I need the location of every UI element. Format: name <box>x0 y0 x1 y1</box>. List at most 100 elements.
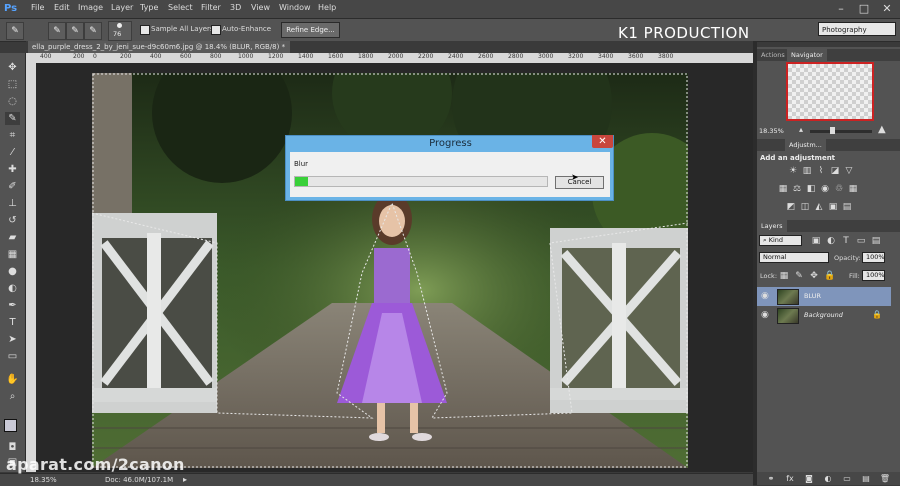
minimize-button[interactable]: – <box>830 1 852 16</box>
move-tool-icon[interactable]: ✥ <box>5 61 20 74</box>
status-menu-arrow-icon[interactable]: ▸ <box>183 475 187 484</box>
close-window-button[interactable]: ✕ <box>876 1 898 16</box>
levels-icon[interactable]: ▥ <box>802 166 812 176</box>
opacity-input[interactable]: 100% <box>862 252 885 263</box>
selective-color-icon[interactable]: ▣ <box>828 202 838 212</box>
brush-tool-icon[interactable]: ✐ <box>5 180 20 193</box>
filter-adjustment-icon[interactable]: ◐ <box>826 236 836 246</box>
lock-position-icon[interactable]: ✥ <box>809 271 819 281</box>
lasso-tool-icon[interactable]: ◌ <box>5 95 20 108</box>
refine-edge-button[interactable]: Refine Edge... <box>281 22 340 38</box>
hand-tool-icon[interactable]: ✋ <box>5 373 20 386</box>
blur-tool-icon[interactable]: ● <box>5 265 20 278</box>
menu-help[interactable]: Help <box>318 3 336 12</box>
lock-image-icon[interactable]: ✎ <box>794 271 804 281</box>
menu-select[interactable]: Select <box>168 3 193 12</box>
gradient-tool-icon[interactable]: ▦ <box>5 248 20 261</box>
zoom-in-icon[interactable]: ▲ <box>878 124 886 135</box>
new-layer-icon[interactable]: ▤ <box>860 473 872 484</box>
color-lookup-icon[interactable]: ▦ <box>848 184 858 194</box>
new-adjustment-icon[interactable]: ◐ <box>822 473 834 484</box>
shape-tool-icon[interactable]: ▭ <box>5 350 20 363</box>
brush-size-picker[interactable]: 76 <box>108 21 132 41</box>
menu-view[interactable]: View <box>251 3 270 12</box>
cancel-button[interactable]: Cancel <box>555 176 604 189</box>
tab-adjustments[interactable]: Adjustm... <box>785 139 826 151</box>
color-balance-icon[interactable]: ⚖ <box>792 184 802 194</box>
channel-mixer-icon[interactable]: ♲ <box>834 184 844 194</box>
delete-layer-icon[interactable]: 🗑 <box>879 473 891 484</box>
zoom-tool-icon[interactable]: ⌕ <box>5 390 20 403</box>
crop-tool-icon[interactable]: ⌗ <box>5 129 20 142</box>
menu-type[interactable]: Type <box>140 3 158 12</box>
layer-mask-icon[interactable]: ◙ <box>803 473 815 484</box>
menu-window[interactable]: Window <box>279 3 311 12</box>
vibrance-icon[interactable]: ▽ <box>844 166 854 176</box>
status-zoom[interactable]: 18.35% <box>30 476 57 484</box>
layer-row-background[interactable]: ◉ Background 🔒 <box>757 306 891 325</box>
photo-filter-icon[interactable]: ◉ <box>820 184 830 194</box>
menu-layer[interactable]: Layer <box>111 3 133 12</box>
clone-stamp-tool-icon[interactable]: ⊥ <box>5 197 20 210</box>
dialog-close-button[interactable]: ✕ <box>592 135 613 148</box>
menu-file[interactable]: File <box>31 3 44 12</box>
path-selection-tool-icon[interactable]: ➤ <box>5 333 20 346</box>
pen-tool-icon[interactable]: ✒ <box>5 299 20 312</box>
eyedropper-tool-icon[interactable]: ⁄ <box>5 146 20 159</box>
type-tool-icon[interactable]: T <box>5 316 20 329</box>
fill-input[interactable]: 100% <box>862 270 885 281</box>
exposure-icon[interactable]: ◪ <box>830 166 840 176</box>
new-selection-icon[interactable]: ✎ <box>48 22 66 40</box>
maximize-button[interactable]: □ <box>853 1 875 16</box>
eraser-tool-icon[interactable]: ▰ <box>5 231 20 244</box>
auto-enhance-checkbox[interactable] <box>211 25 221 35</box>
history-brush-tool-icon[interactable]: ↺ <box>5 214 20 227</box>
quick-mask-icon[interactable]: ◘ <box>5 441 20 454</box>
navigator-zoom[interactable]: 18.35% <box>759 127 784 135</box>
threshold-icon[interactable]: ◭ <box>814 202 824 212</box>
tab-navigator[interactable]: Navigator <box>787 49 827 61</box>
filter-shape-icon[interactable]: ▭ <box>856 236 866 246</box>
invert-icon[interactable]: ◩ <box>786 202 796 212</box>
lock-all-icon[interactable]: 🔒 <box>824 271 835 281</box>
foreground-color-swatch[interactable] <box>4 419 17 432</box>
add-to-selection-icon[interactable]: ✎ <box>66 22 84 40</box>
healing-brush-tool-icon[interactable]: ✚ <box>5 163 20 176</box>
tab-layers[interactable]: Layers <box>757 220 787 232</box>
sample-all-layers-checkbox[interactable] <box>140 25 150 35</box>
layer-kind-filter[interactable]: ⌕ Kind <box>759 235 802 246</box>
visibility-eye-icon[interactable]: ◉ <box>761 310 771 320</box>
link-layers-icon[interactable]: ⚭ <box>765 473 777 484</box>
hue-saturation-icon[interactable]: ▦ <box>778 184 788 194</box>
dodge-tool-icon[interactable]: ◐ <box>5 282 20 295</box>
subtract-from-selection-icon[interactable]: ✎ <box>84 22 102 40</box>
navigator-thumbnail[interactable] <box>786 62 874 121</box>
quick-selection-preset-icon[interactable]: ✎ <box>6 22 24 40</box>
blend-mode-select[interactable]: Normal <box>759 252 829 263</box>
lock-transparent-icon[interactable]: ▦ <box>779 271 789 281</box>
brightness-icon[interactable]: ☀ <box>788 166 798 176</box>
marquee-tool-icon[interactable]: ⬚ <box>5 78 20 91</box>
menu-3d[interactable]: 3D <box>230 3 241 12</box>
gradient-map-icon[interactable]: ▤ <box>842 202 852 212</box>
posterize-icon[interactable]: ◫ <box>800 202 810 212</box>
document-photo[interactable] <box>92 73 688 468</box>
menu-edit[interactable]: Edit <box>54 3 70 12</box>
navigator-zoom-slider[interactable] <box>810 130 872 133</box>
curves-icon[interactable]: ⌇ <box>816 166 826 176</box>
layer-style-icon[interactable]: fx <box>784 473 796 484</box>
zoom-out-icon[interactable]: ▴ <box>799 125 803 134</box>
visibility-eye-icon[interactable]: ◉ <box>761 291 771 301</box>
filter-pixel-icon[interactable]: ▣ <box>811 236 821 246</box>
black-white-icon[interactable]: ◧ <box>806 184 816 194</box>
filter-smart-object-icon[interactable]: ▤ <box>871 236 881 246</box>
layer-row-blur[interactable]: ◉ BLUR <box>757 287 891 306</box>
menu-image[interactable]: Image <box>78 3 103 12</box>
quick-selection-tool-icon[interactable]: ✎ <box>5 112 20 125</box>
workspace-select[interactable]: Photography <box>818 22 896 36</box>
menu-filter[interactable]: Filter <box>201 3 221 12</box>
new-group-icon[interactable]: ▭ <box>841 473 853 484</box>
filter-type-icon[interactable]: T <box>841 236 851 246</box>
tab-actions[interactable]: Actions <box>757 49 789 61</box>
document-tab[interactable]: ella_purple_dress_2_by_jeni_sue-d9c60m6.… <box>28 41 290 63</box>
